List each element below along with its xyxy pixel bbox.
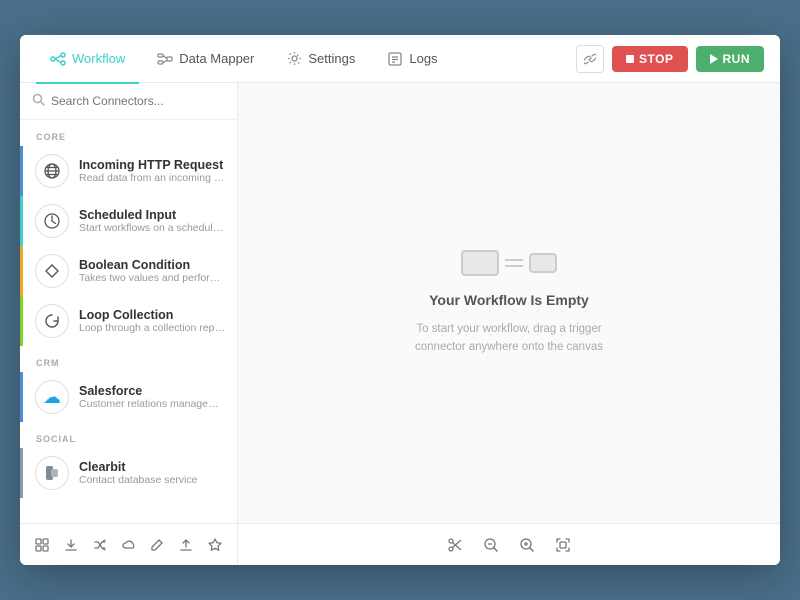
stop-icon	[626, 55, 634, 63]
connector-name-clearbit: Clearbit	[79, 460, 225, 474]
workflow-icon	[50, 51, 66, 67]
tab-logs[interactable]: Logs	[373, 43, 451, 75]
fit-toolbar-btn[interactable]	[549, 531, 577, 559]
tab-data-mapper[interactable]: Data Mapper	[143, 43, 268, 75]
tab-settings[interactable]: Settings	[272, 43, 369, 75]
connector-icon-salesforce: ☁	[35, 380, 69, 414]
link-button[interactable]	[576, 45, 604, 73]
gear-icon	[286, 51, 302, 67]
main-content: CORE Incoming HTTP Request Read	[20, 83, 780, 523]
connector-desc-scheduled: Start workflows on a schedule us...	[79, 222, 225, 234]
connector-info-http: Incoming HTTP Request Read data from an …	[79, 158, 225, 184]
connector-loop-collection[interactable]: Loop Collection Loop through a collectio…	[20, 296, 237, 346]
stop-label: STOP	[639, 52, 673, 66]
zoom-in-toolbar-btn[interactable]	[513, 531, 541, 559]
run-icon	[710, 54, 718, 64]
tab-logs-label: Logs	[409, 51, 437, 66]
download-toolbar-btn[interactable]	[59, 531, 84, 559]
canvas-area[interactable]: Your Workflow Is Empty To start your wor…	[238, 83, 780, 523]
connectors-list: CORE Incoming HTTP Request Read	[20, 120, 237, 523]
connector-name-salesforce: Salesforce	[79, 384, 225, 398]
empty-workflow-desc: To start your workflow, drag a triggerco…	[415, 320, 603, 357]
section-label-social: SOCIAL	[20, 422, 237, 448]
connector-info-salesforce: Salesforce Customer relations management…	[79, 384, 225, 410]
connector-info-scheduled: Scheduled Input Start workflows on a sch…	[79, 208, 225, 234]
connector-desc-loop: Loop through a collection repeati...	[79, 322, 225, 334]
connector-desc-boolean: Takes two values and performs a...	[79, 272, 225, 284]
app-window: Workflow Data Mapper Sett	[20, 35, 780, 565]
stop-button[interactable]: STOP	[612, 46, 687, 72]
run-button[interactable]: RUN	[696, 46, 765, 72]
connector-info-clearbit: Clearbit Contact database service	[79, 460, 225, 486]
canvas-content: Your Workflow Is Empty To start your wor…	[238, 83, 780, 523]
connector-icon-clearbit	[35, 456, 69, 490]
bottom-toolbar-left	[20, 524, 238, 565]
star-toolbar-btn[interactable]	[202, 531, 227, 559]
bottom-toolbar	[20, 523, 780, 565]
empty-workflow-illustration	[461, 250, 557, 276]
connector-name-http: Incoming HTTP Request	[79, 158, 225, 172]
connector-info-boolean: Boolean Condition Takes two values and p…	[79, 258, 225, 284]
search-icon	[32, 93, 45, 109]
section-label-crm: CRM	[20, 346, 237, 372]
search-input[interactable]	[51, 94, 225, 108]
logs-icon	[387, 51, 403, 67]
connector-info-loop: Loop Collection Loop through a collectio…	[79, 308, 225, 334]
connector-name-loop: Loop Collection	[79, 308, 225, 322]
shuffle-toolbar-btn[interactable]	[87, 531, 112, 559]
connector-boolean-condition[interactable]: Boolean Condition Takes two values and p…	[20, 246, 237, 296]
upload-toolbar-btn[interactable]	[174, 531, 199, 559]
connector-incoming-http[interactable]: Incoming HTTP Request Read data from an …	[20, 146, 237, 196]
connector-desc-http: Read data from an incoming HTT...	[79, 172, 225, 184]
zoom-out-toolbar-btn[interactable]	[477, 531, 505, 559]
tab-workflow-label: Workflow	[72, 51, 125, 66]
search-bar	[20, 83, 237, 120]
connector-clearbit[interactable]: Clearbit Contact database service	[20, 448, 237, 498]
tab-settings-label: Settings	[308, 51, 355, 66]
top-right-controls: STOP RUN	[576, 45, 764, 73]
pencil-toolbar-btn[interactable]	[145, 531, 170, 559]
connector-desc-salesforce: Customer relations management ...	[79, 398, 225, 410]
connector-icon-scheduled	[35, 204, 69, 238]
salesforce-cloud-icon: ☁	[43, 387, 61, 408]
data-mapper-icon	[157, 51, 173, 67]
bottom-toolbar-right	[238, 531, 780, 559]
connector-icon-loop	[35, 304, 69, 338]
connector-desc-clearbit: Contact database service	[79, 474, 225, 486]
connector-scheduled-input[interactable]: Scheduled Input Start workflows on a sch…	[20, 196, 237, 246]
cloud-toolbar-btn[interactable]	[116, 531, 141, 559]
sidebar: CORE Incoming HTTP Request Read	[20, 83, 238, 523]
connector-icon-http	[35, 154, 69, 188]
connector-name-scheduled: Scheduled Input	[79, 208, 225, 222]
grid-toolbar-btn[interactable]	[30, 531, 55, 559]
empty-workflow-title: Your Workflow Is Empty	[429, 292, 589, 308]
top-nav: Workflow Data Mapper Sett	[20, 35, 780, 83]
run-label: RUN	[723, 52, 751, 66]
connector-name-boolean: Boolean Condition	[79, 258, 225, 272]
scissors-toolbar-btn[interactable]	[441, 531, 469, 559]
section-label-core: CORE	[20, 120, 237, 146]
tab-workflow[interactable]: Workflow	[36, 43, 139, 75]
tab-data-mapper-label: Data Mapper	[179, 51, 254, 66]
connector-icon-boolean	[35, 254, 69, 288]
connector-salesforce[interactable]: ☁ Salesforce Customer relations manageme…	[20, 372, 237, 422]
